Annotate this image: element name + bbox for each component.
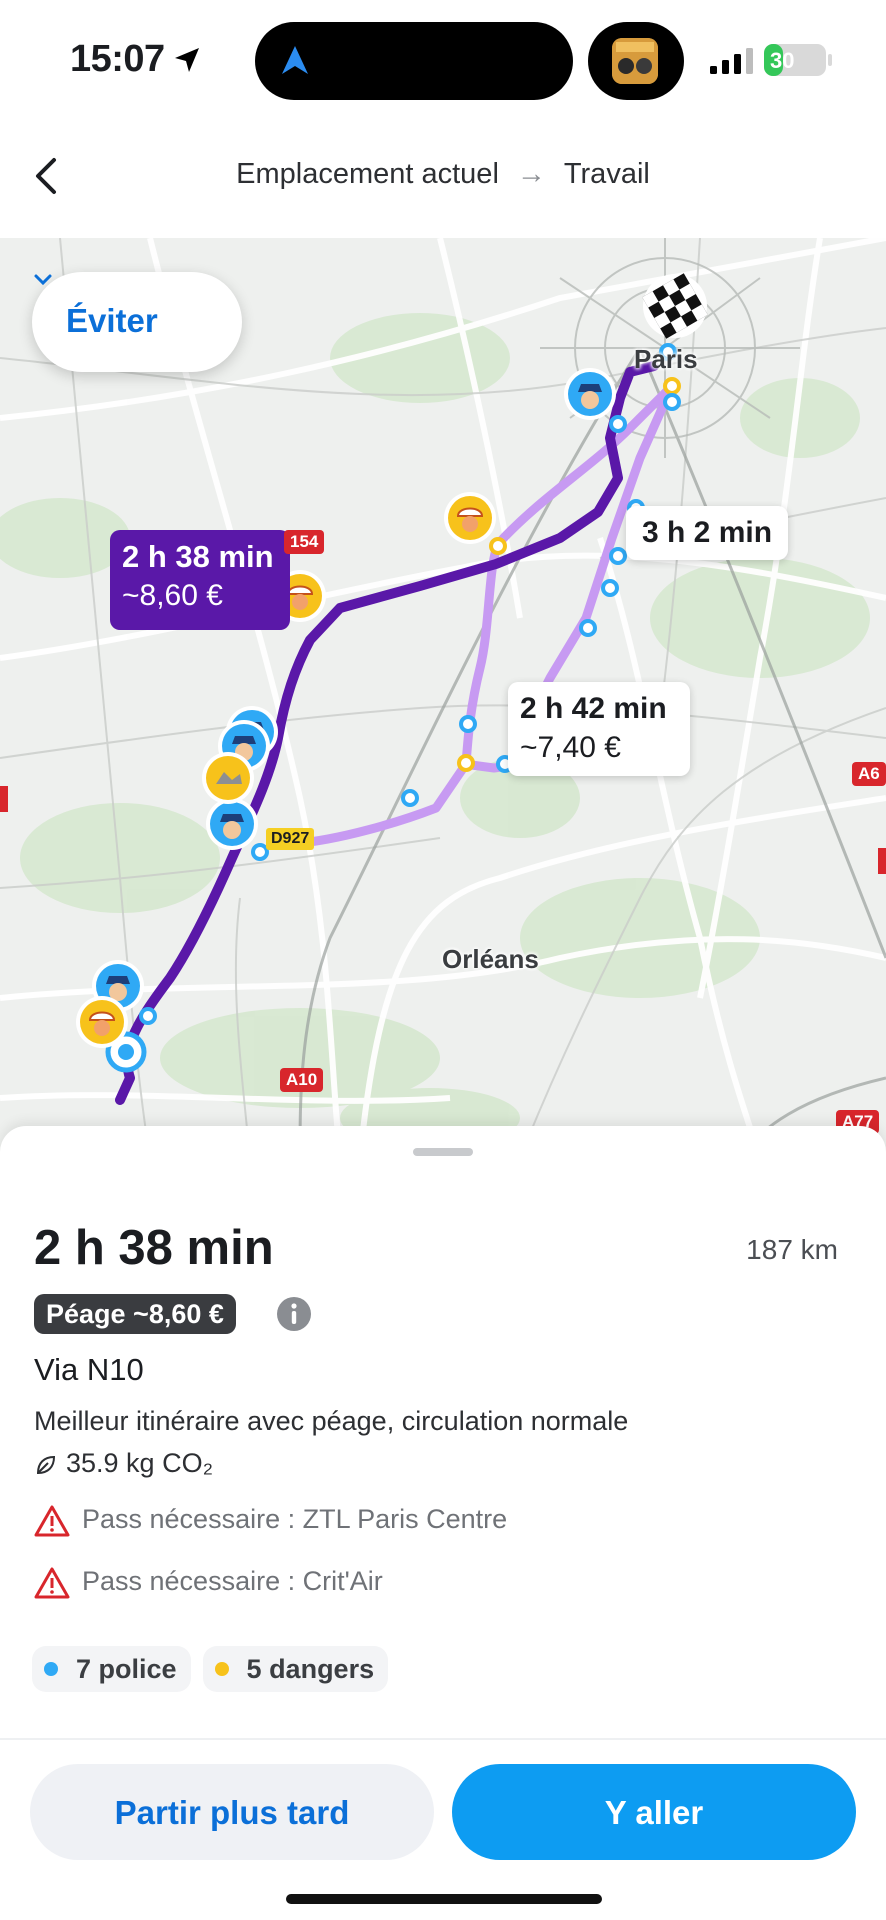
police-chip[interactable]: 7 police (32, 1646, 191, 1692)
warning-ztl-text: Pass nécessaire : ZTL Paris Centre (82, 1504, 508, 1535)
location-arrow-icon (175, 48, 199, 72)
route-map[interactable]: Éviter 2 h 38 min ~8,60 € 3 h 2 min 2 h … (0, 238, 886, 1158)
warning-triangle-icon (34, 1567, 70, 1599)
city-label-orleans: Orléans (442, 944, 539, 974)
battery-indicator: 30 (764, 44, 826, 76)
alt-route-2-cost: ~7,40 € (520, 731, 621, 764)
warning-critair-text: Pass nécessaire : Crit'Air (82, 1566, 383, 1597)
origin-label: Emplacement actuel (236, 158, 499, 190)
chevron-down-icon (34, 274, 52, 286)
hazard-icon[interactable] (202, 752, 254, 804)
avoid-button[interactable]: Éviter (32, 272, 242, 372)
co2-emissions: 35.9 kg CO₂ (34, 1448, 213, 1479)
go-button[interactable]: Y aller (452, 1764, 856, 1860)
route-via: Via N10 (34, 1352, 144, 1387)
warning-ztl: Pass nécessaire : ZTL Paris Centre (34, 1504, 507, 1538)
selected-route-bubble[interactable]: 2 h 38 min ~8,60 € (110, 530, 290, 630)
hazard-icon[interactable] (76, 996, 128, 1048)
dangers-count: 5 dangers (246, 1654, 375, 1684)
battery-percent: 30 (770, 48, 795, 73)
alt-route-2-duration: 2 h 42 min (520, 692, 667, 725)
route-title: Emplacement actuel → Travail (0, 158, 886, 191)
status-time: 15:07 (70, 38, 165, 80)
danger-dot (214, 1661, 229, 1676)
sheet-grabber[interactable] (413, 1148, 473, 1156)
cellular-signal-icon (710, 48, 753, 74)
alt-route-2-bubble[interactable]: 2 h 42 min ~7,40 € (508, 682, 690, 776)
police-dot (44, 1661, 58, 1676)
right-arrow-icon: → (516, 158, 546, 190)
sheet-divider (0, 1738, 886, 1740)
route-summary-sheet: 2 h 38 min 187 km Péage ~8,60 € Via N10 … (0, 1126, 886, 1920)
route-duration: 2 h 38 min (34, 1221, 274, 1275)
status-bar: 15:07 30 (0, 0, 886, 120)
home-indicator[interactable] (286, 1894, 602, 1904)
leave-later-button[interactable]: Partir plus tard (30, 1764, 434, 1860)
alt-route-1-bubble[interactable]: 3 h 2 min (626, 506, 789, 560)
battery-tip (828, 54, 832, 66)
road-sign-a6: A6 (852, 762, 886, 786)
leaf-icon (36, 1455, 56, 1474)
warning-triangle-icon (34, 1505, 70, 1537)
police-icon[interactable] (206, 798, 258, 850)
toll-badge: Péage ~8,60 € (34, 1294, 236, 1334)
route-header: Emplacement actuel → Travail (0, 120, 886, 238)
warning-critair: Pass nécessaire : Crit'Air (34, 1566, 383, 1600)
co2-value: 35.9 kg CO₂ (66, 1448, 214, 1478)
hazard-icon[interactable] (444, 492, 496, 544)
info-icon[interactable] (276, 1296, 312, 1332)
map-canvas[interactable] (0, 238, 886, 1158)
selected-route-cost: ~8,60 € (122, 579, 223, 612)
road-sign-154: 154 (284, 530, 325, 554)
navigation-arrow-icon (282, 46, 308, 74)
media-thumbnail (612, 38, 658, 84)
route-description: Meilleur itinéraire avec péage, circulat… (34, 1406, 629, 1436)
alt-route-1-duration: 3 h 2 min (642, 516, 773, 549)
police-count: 7 police (76, 1654, 177, 1684)
dangers-chip[interactable]: 5 dangers (202, 1646, 389, 1692)
police-icon[interactable] (564, 368, 616, 420)
selected-route-duration: 2 h 38 min (122, 539, 274, 574)
destination-label: Travail (563, 158, 650, 190)
avoid-label: Éviter (66, 302, 158, 339)
alerts-chips: 7 police 5 dangers (32, 1646, 400, 1692)
route-distance: 187 km (746, 1234, 838, 1265)
road-sign-d927: D927 (266, 828, 315, 850)
city-label-paris: Paris (634, 344, 698, 374)
road-sign-a10: A10 (280, 1068, 324, 1092)
